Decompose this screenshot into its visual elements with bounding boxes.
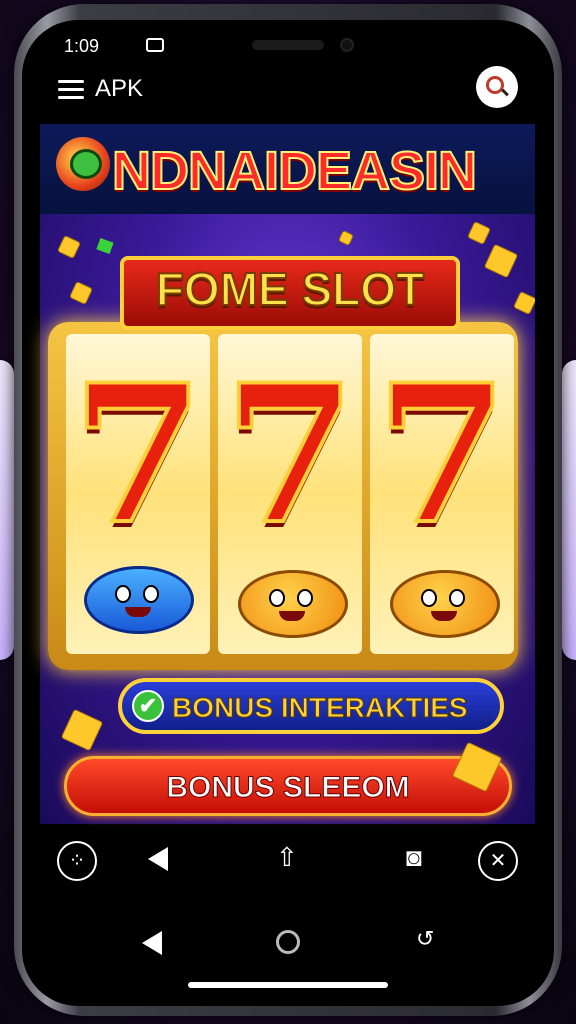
reel-symbol-seven: 7 [222, 343, 358, 566]
bonus-sleeom-button[interactable]: BONUS SLEEOM [64, 756, 512, 816]
check-icon: ✔ [132, 690, 164, 722]
system-home-icon[interactable] [276, 930, 300, 954]
menu-icon[interactable] [58, 80, 84, 99]
speaker-grille [252, 40, 324, 50]
coin-decoration [69, 281, 93, 305]
coin-decoration [57, 235, 81, 259]
search-icon[interactable] [476, 66, 518, 108]
coin-decoration [467, 221, 491, 245]
bonus-interactions-button[interactable]: ✔ BONUS INTERAKTIES [118, 678, 504, 734]
front-camera [340, 38, 354, 52]
orange-creature-symbol [238, 570, 348, 638]
bonus-sleeom-label: BONUS SLEEOM [166, 771, 410, 805]
apps-icon[interactable]: ⁘ [57, 841, 97, 881]
status-time: 1:09 [64, 36, 100, 56]
reel-symbol-seven: 7 [374, 343, 510, 566]
coin-decoration [483, 243, 519, 279]
system-back-icon[interactable] [142, 931, 162, 955]
coin-decoration [513, 291, 535, 315]
brand-title: NDNAIDEASIN [111, 140, 478, 202]
share-icon[interactable]: ⇧ [276, 842, 298, 873]
header-title[interactable]: APK [95, 75, 143, 103]
system-recent-icon[interactable]: ↺ [416, 926, 434, 952]
camera-icon[interactable]: ◙ [406, 842, 422, 873]
game-title: FOME SLOT [155, 262, 425, 316]
home-indicator[interactable] [188, 982, 388, 988]
reel-symbol-seven: 7 [70, 343, 206, 566]
blue-creature-symbol [84, 566, 194, 634]
brand-logo [56, 137, 110, 191]
close-icon[interactable]: ✕ [478, 841, 518, 881]
notification-icon [146, 38, 164, 52]
gem-decoration [96, 237, 114, 255]
orange-creature-symbol [390, 570, 500, 638]
back-icon[interactable] [148, 847, 168, 871]
side-card-right [562, 360, 576, 660]
bonus-interactions-label: BONUS INTERAKTIES [172, 692, 469, 724]
coin-decoration [338, 230, 354, 246]
side-card-left [0, 360, 14, 660]
